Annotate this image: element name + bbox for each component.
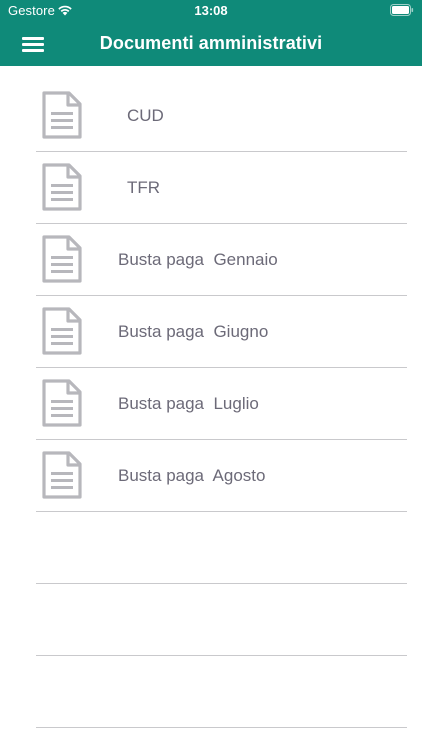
document-row-busta-paga-gennaio[interactable]: Busta paga Gennaio: [36, 224, 407, 296]
document-row-tfr[interactable]: TFR: [36, 152, 407, 224]
document-label: Busta paga Agosto: [118, 466, 266, 485]
documents-list: CUD TFR Busta paga Gennaio Busta paga Gi…: [0, 80, 422, 728]
document-icon: [42, 235, 82, 283]
document-label: TFR: [127, 178, 161, 197]
document-row-busta-paga-luglio[interactable]: Busta paga Luglio: [36, 368, 407, 440]
status-time: 13:08: [194, 3, 228, 18]
document-label: Busta paga Gennaio: [118, 250, 278, 269]
empty-list-row: [36, 656, 407, 728]
page-title: Documenti amministrativi: [99, 33, 323, 53]
navigation-bar: Documenti amministrativi: [0, 22, 422, 66]
empty-list-row: [36, 512, 407, 584]
document-icon: [42, 91, 82, 139]
document-icon: [42, 451, 82, 499]
app-header: Gestore 13:08 Documenti amministrativi: [0, 0, 422, 66]
document-row-cud[interactable]: CUD: [36, 80, 407, 152]
document-icon: [42, 307, 82, 355]
document-icon: [42, 163, 82, 211]
document-label: Busta paga Luglio: [118, 394, 259, 413]
battery-icon: [390, 4, 414, 16]
document-row-busta-paga-agosto[interactable]: Busta paga Agosto: [36, 440, 407, 512]
document-icon: [42, 379, 82, 427]
document-row-busta-paga-giugno[interactable]: Busta paga Giugno: [36, 296, 407, 368]
document-label: CUD: [127, 106, 164, 125]
status-bar: Gestore 13:08: [0, 0, 422, 22]
document-label: Busta paga Giugno: [118, 322, 269, 341]
empty-list-row: [36, 584, 407, 656]
